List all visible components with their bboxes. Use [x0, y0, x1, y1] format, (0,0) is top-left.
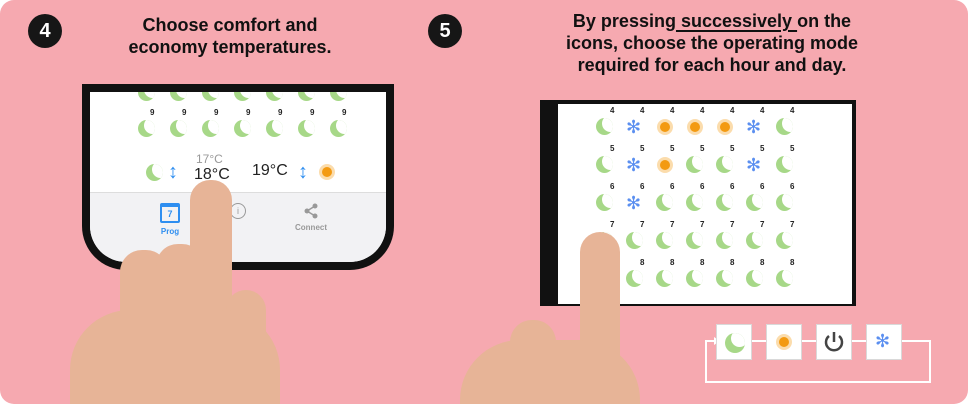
mode-frost-box: ✻ — [866, 324, 902, 360]
instruction-panel: 4 Choose comfort and economy temperature… — [0, 0, 968, 404]
mode-comfort-box — [716, 324, 752, 360]
mode-sun-box — [766, 324, 802, 360]
snowflake-icon: ✻ — [875, 331, 891, 351]
power-icon — [824, 332, 844, 352]
moon-icon — [725, 333, 745, 353]
sun-icon — [779, 337, 789, 347]
mode-off-box — [816, 324, 852, 360]
